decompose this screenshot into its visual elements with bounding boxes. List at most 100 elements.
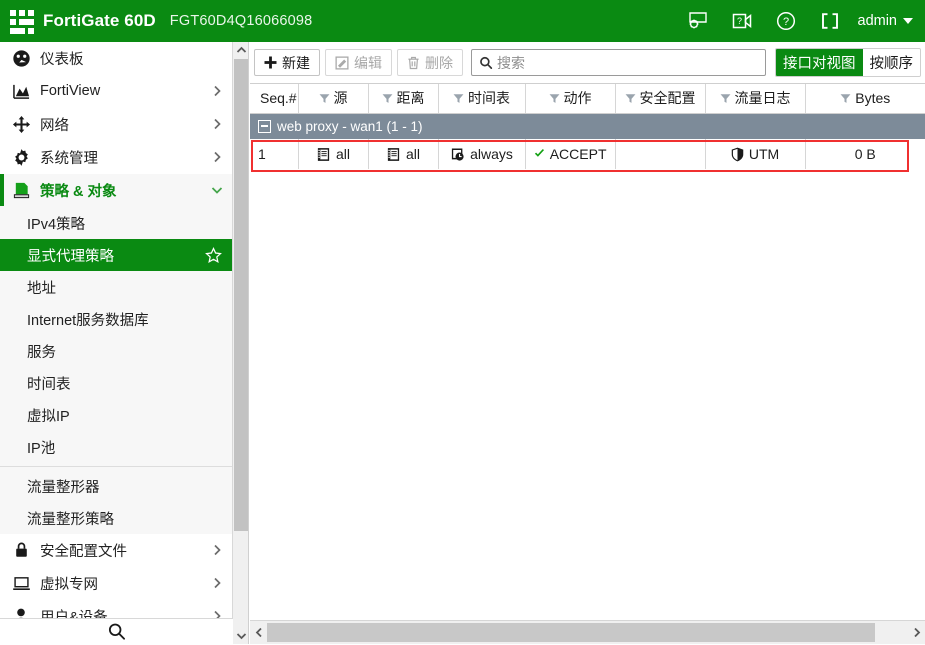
filter-funnel-icon[interactable] [840,93,851,104]
scroll-right-arrow-icon[interactable] [908,621,925,645]
chevron-right-icon [210,609,224,618]
policy-objects-icon [10,179,32,201]
cell-value: all [336,146,350,162]
filter-funnel-icon[interactable] [720,93,731,104]
cell-log: UTM [705,139,805,169]
laptop-icon [10,572,32,594]
scroll-left-arrow-icon[interactable] [250,621,267,645]
schedule-clock-icon [450,147,465,162]
sidebar-divider [0,466,232,467]
scroll-down-arrow-icon[interactable] [233,628,249,644]
lock-icon [10,539,32,561]
column-header-source[interactable]: 源 [298,84,368,113]
search-icon [479,56,493,70]
chevron-right-icon [210,84,224,98]
address-book-icon [386,147,401,162]
horizontal-scrollbar-track[interactable] [267,621,908,645]
policy-table-wrapper: Seq.# 源 距离 [250,84,925,169]
horizontal-scrollbar-thumb[interactable] [267,623,875,642]
sidebar-item-label: 用户&设备 [40,606,210,619]
user-icon [10,605,32,618]
sidebar-subitem-ipv4-policy[interactable]: IPv4策略 [0,207,232,239]
fortiview-icon [10,80,32,102]
sidebar-scrollbar[interactable] [233,42,249,644]
delete-button[interactable]: 删除 [397,49,463,76]
sidebar-item-network[interactable]: 网络 [0,108,232,141]
filter-funnel-icon[interactable] [382,93,393,104]
sidebar-item-label: 系统管理 [40,147,210,168]
app-header: FortiGate 60D FGT60D4Q16066098 ? ? [0,0,925,42]
sidebar-subitem-label: 流量整形器 [27,476,222,497]
star-icon[interactable] [205,247,222,264]
table-group-label: web proxy - wan1 (1 - 1) [277,119,423,134]
view-interface-pairs-button[interactable]: 接口对视图 [776,49,863,76]
filter-funnel-icon[interactable] [625,93,636,104]
header-actions: ? ? admin [676,0,925,42]
plus-icon [264,56,277,69]
column-header-security-profiles[interactable]: 安全配置 [615,84,705,113]
column-header-destination[interactable]: 距离 [368,84,438,113]
sidebar-subitem-traffic-shaper[interactable]: 流量整形器 [0,470,232,502]
collapse-minus-icon[interactable] [258,120,271,133]
sidebar-item-users-devices[interactable]: 用户&设备 [0,600,232,618]
sidebar-subitem-address[interactable]: 地址 [0,271,232,303]
search-icon [107,622,126,641]
sidebar-subitem-schedule[interactable]: 时间表 [0,367,232,399]
svg-text:?: ? [782,16,788,28]
sidebar-subitem-service[interactable]: 服务 [0,335,232,367]
sidebar-subitem-explicit-proxy-policy[interactable]: 显式代理策略 [0,239,232,271]
table-group-row[interactable]: web proxy - wan1 (1 - 1) [250,113,925,139]
search-placeholder: 搜索 [497,53,525,73]
sidebar-subitem-virtual-ip[interactable]: 虚拟IP [0,399,232,431]
fullscreen-icon[interactable] [808,0,852,42]
cell-value: 0 B [855,146,876,162]
column-header-label: 距离 [397,88,425,108]
cell-value: ACCEPT [550,146,607,162]
sidebar-item-security-profiles[interactable]: 安全配置文件 [0,534,232,567]
admin-menu[interactable]: admin [852,0,925,42]
scroll-up-arrow-icon[interactable] [233,42,249,58]
column-header-action[interactable]: 动作 [525,84,615,113]
sidebar-nav: 仪表板 FortiView 网络 系统管理 [0,42,233,618]
column-header-bytes[interactable]: Bytes [805,84,925,113]
system-gear-icon [10,146,32,168]
column-header-schedule[interactable]: 时间表 [438,84,525,113]
horizontal-scrollbar[interactable] [250,620,925,644]
sidebar-item-fortiview[interactable]: FortiView [0,75,232,108]
system-settings-icon[interactable] [676,0,720,42]
column-header-label: 安全配置 [640,88,696,108]
sidebar-subitem-internet-service-db[interactable]: Internet服务数据库 [0,303,232,335]
filter-funnel-icon[interactable] [319,93,330,104]
sidebar-subitem-ip-pool[interactable]: IP池 [0,431,232,463]
column-header-log[interactable]: 流量日志 [705,84,805,113]
sidebar-item-dashboard[interactable]: 仪表板 [0,42,232,75]
sidebar-item-vpn[interactable]: 虚拟专网 [0,567,232,600]
sidebar-search-button[interactable] [0,618,233,644]
cell-security-profiles [615,139,705,169]
sidebar-subitem-label: Internet服务数据库 [27,309,222,330]
new-button-label: 新建 [282,53,310,73]
sidebar-item-policy-objects[interactable]: 策略 & 对象 [0,174,232,207]
filter-funnel-icon[interactable] [453,93,464,104]
sidebar-item-system[interactable]: 系统管理 [0,141,232,174]
column-header-seq[interactable]: Seq.# [250,84,298,113]
search-input[interactable]: 搜索 [471,49,766,76]
video-tutorial-icon[interactable]: ? [720,0,764,42]
column-header-label: Seq.# [260,90,297,106]
new-button[interactable]: 新建 [254,49,320,76]
edit-button[interactable]: 编辑 [325,49,392,76]
sidebar-scrollbar-thumb[interactable] [234,59,248,531]
cell-value: UTM [749,146,779,162]
dashboard-icon [10,47,32,69]
sidebar-subitem-traffic-shaping-policy[interactable]: 流量整形策略 [0,502,232,534]
sidebar-item-label: 安全配置文件 [40,540,210,561]
sidebar-subitem-label: 服务 [27,341,222,362]
admin-label: admin [858,13,898,29]
sidebar-item-label: 策略 & 对象 [40,180,210,201]
view-by-sequence-button[interactable]: 按顺序 [863,49,921,76]
chevron-right-icon [210,150,224,164]
table-row[interactable]: 1 [250,139,925,169]
chevron-down-icon [903,18,913,24]
help-icon[interactable]: ? [764,0,808,42]
filter-funnel-icon[interactable] [549,93,560,104]
